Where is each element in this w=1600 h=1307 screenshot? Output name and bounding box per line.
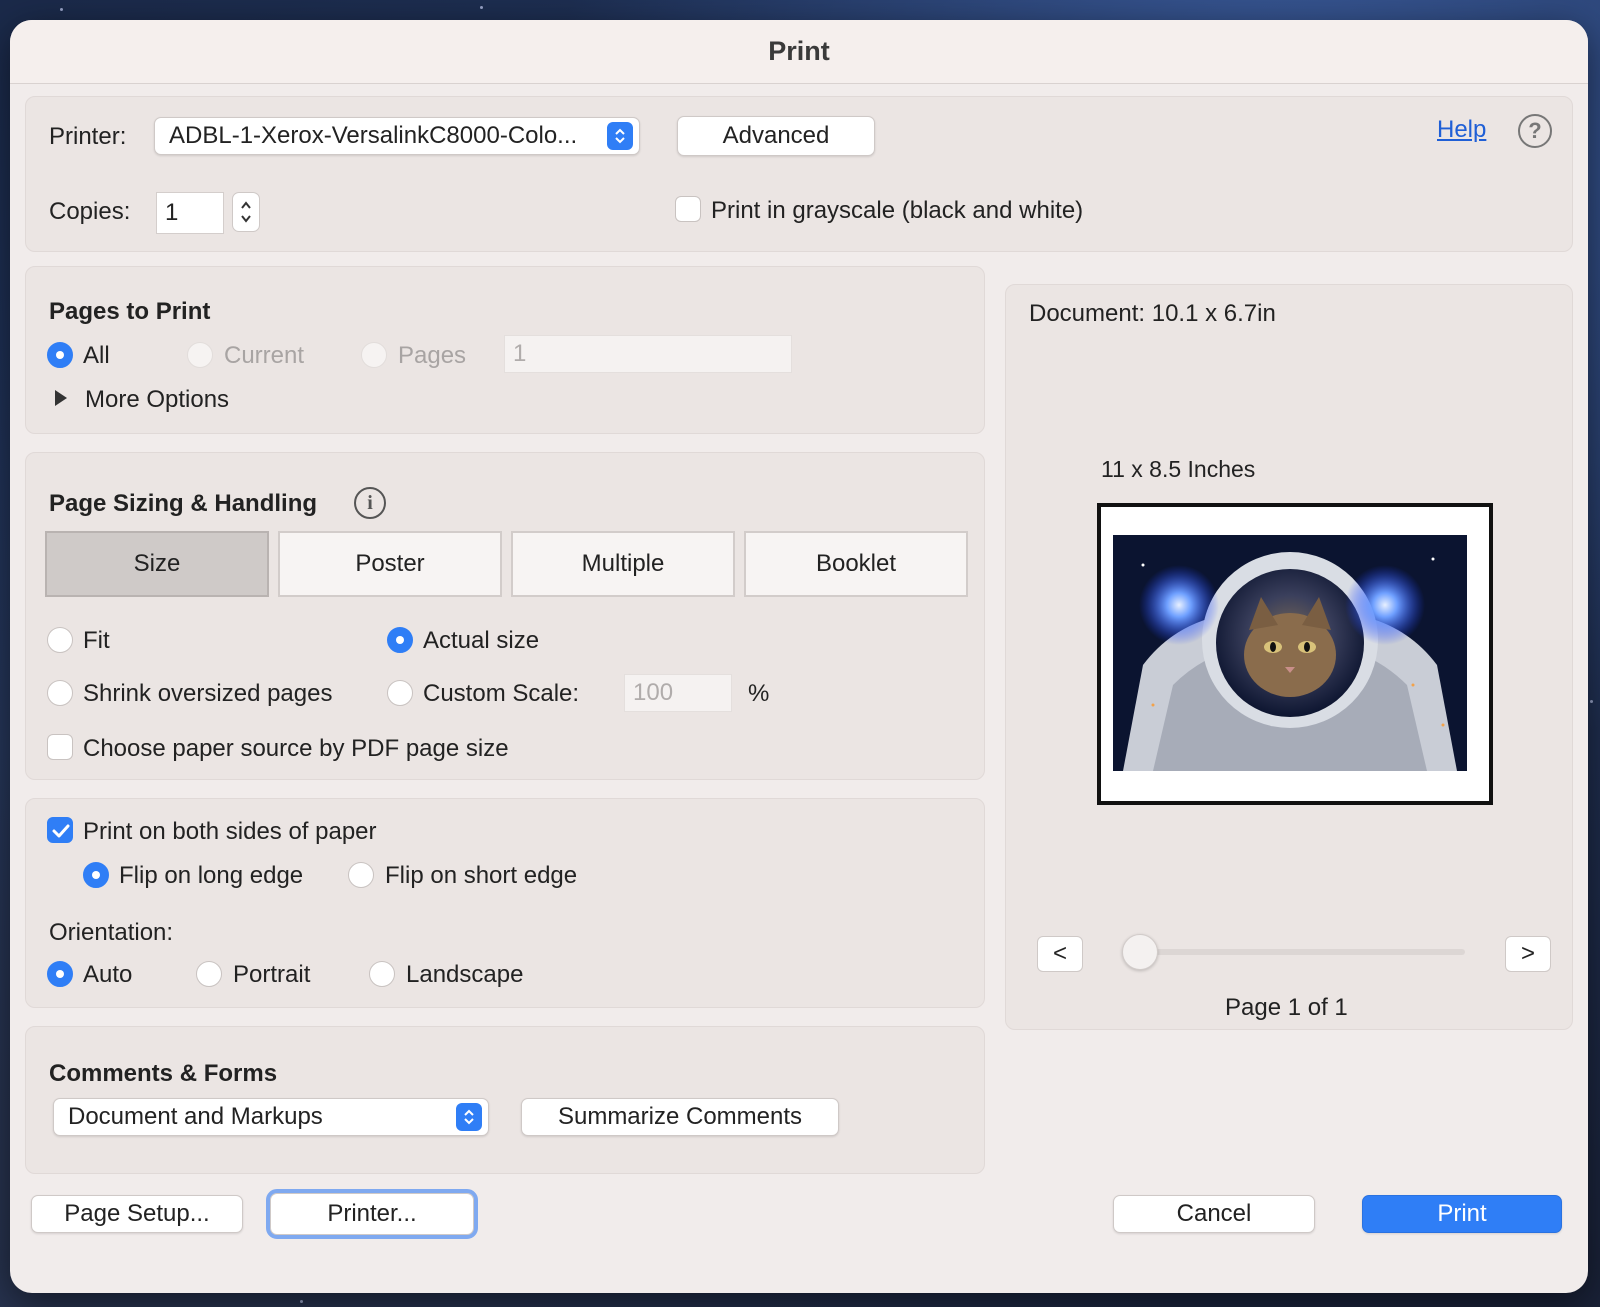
page-preview <box>1097 503 1493 805</box>
copies-field[interactable]: 1 <box>156 192 224 234</box>
fit-radio[interactable] <box>47 627 73 653</box>
orientation-portrait-label: Portrait <box>233 961 311 988</box>
page-slider-track[interactable] <box>1135 949 1465 955</box>
both-sides-label: Print on both sides of paper <box>83 818 377 845</box>
help-link[interactable]: Help <box>1437 116 1486 144</box>
cancel-button[interactable]: Cancel <box>1113 1195 1315 1233</box>
orientation-label: Orientation: <box>49 919 174 946</box>
page-slider-thumb[interactable] <box>1122 934 1158 970</box>
pages-range-radio[interactable] <box>361 342 387 368</box>
info-icon[interactable]: i <box>354 487 386 519</box>
print-button[interactable]: Print <box>1362 1195 1562 1233</box>
document-size-label: Document: 10.1 x 6.7in <box>1029 300 1276 327</box>
shrink-radio[interactable] <box>47 680 73 706</box>
pages-range-field[interactable]: 1 <box>504 335 792 373</box>
printer-select-value: ADBL-1-Xerox-VersalinkC8000-Colo... <box>169 122 578 149</box>
page-indicator: Page 1 of 1 <box>1225 994 1348 1021</box>
more-options-label[interactable]: More Options <box>85 386 229 414</box>
percent-label: % <box>748 680 770 707</box>
copies-label: Copies: <box>49 198 131 225</box>
tab-booklet[interactable]: Booklet <box>744 531 968 597</box>
comments-forms-select[interactable]: Document and Markups <box>53 1098 489 1136</box>
printer-label: Printer: <box>49 123 127 150</box>
summarize-comments-button[interactable]: Summarize Comments <box>521 1098 839 1136</box>
pages-to-print-heading: Pages to Print <box>49 298 211 325</box>
short-edge-radio[interactable] <box>348 862 374 888</box>
grayscale-checkbox[interactable] <box>675 196 701 222</box>
comments-forms-select-value: Document and Markups <box>68 1103 323 1130</box>
orientation-landscape-label: Landscape <box>406 961 524 988</box>
shrink-label: Shrink oversized pages <box>83 680 333 707</box>
actual-size-label: Actual size <box>423 627 540 654</box>
long-edge-radio[interactable] <box>83 862 109 888</box>
orientation-portrait-radio[interactable] <box>196 961 222 987</box>
orientation-landscape-radio[interactable] <box>369 961 395 987</box>
preview-image <box>1113 535 1467 771</box>
help-icon[interactable]: ? <box>1518 114 1552 148</box>
tab-poster[interactable]: Poster <box>278 531 502 597</box>
paper-size-label: 11 x 8.5 Inches <box>1101 456 1256 482</box>
chevron-updown-icon <box>456 1103 482 1131</box>
orientation-auto-label: Auto <box>83 961 133 988</box>
pages-current-label: Current <box>224 342 305 369</box>
tab-size[interactable]: Size <box>45 531 269 597</box>
comments-forms-heading: Comments & Forms <box>49 1060 278 1087</box>
copies-stepper[interactable] <box>232 192 260 232</box>
custom-scale-field[interactable]: 100 <box>624 674 732 712</box>
title-bar: Print <box>10 20 1588 84</box>
tab-multiple[interactable]: Multiple <box>511 531 735 597</box>
custom-scale-label: Custom Scale: <box>423 680 580 707</box>
pages-current-radio[interactable] <box>187 342 213 368</box>
page-setup-button[interactable]: Page Setup... <box>31 1195 243 1233</box>
astronaut-cat-image <box>1113 535 1467 771</box>
next-page-button[interactable]: > <box>1505 936 1551 972</box>
both-sides-checkbox[interactable] <box>47 817 73 843</box>
prev-page-button[interactable]: < <box>1037 936 1083 972</box>
pages-range-label: Pages <box>398 342 467 369</box>
fit-label: Fit <box>83 627 110 654</box>
pages-all-label: All <box>83 342 110 369</box>
disclosure-triangle-icon[interactable] <box>55 390 67 406</box>
paper-source-checkbox[interactable] <box>47 734 73 760</box>
page-sizing-heading: Page Sizing & Handling <box>49 490 318 517</box>
long-edge-label: Flip on long edge <box>119 862 304 889</box>
grayscale-label: Print in grayscale (black and white) <box>711 197 1084 224</box>
print-dialog: Print Printer: ADBL-1-Xerox-VersalinkC80… <box>10 20 1588 1293</box>
printer-select[interactable]: ADBL-1-Xerox-VersalinkC8000-Colo... <box>154 117 640 155</box>
advanced-button[interactable]: Advanced <box>677 116 875 156</box>
actual-size-radio[interactable] <box>387 627 413 653</box>
checkmark-icon <box>52 824 70 838</box>
orientation-auto-radio[interactable] <box>47 961 73 987</box>
custom-scale-radio[interactable] <box>387 680 413 706</box>
chevron-updown-icon <box>607 122 633 150</box>
short-edge-label: Flip on short edge <box>385 862 578 889</box>
dialog-title: Print <box>768 36 830 66</box>
printer-button[interactable]: Printer... <box>266 1189 478 1239</box>
pages-all-radio[interactable] <box>47 342 73 368</box>
paper-source-label: Choose paper source by PDF page size <box>83 735 509 762</box>
